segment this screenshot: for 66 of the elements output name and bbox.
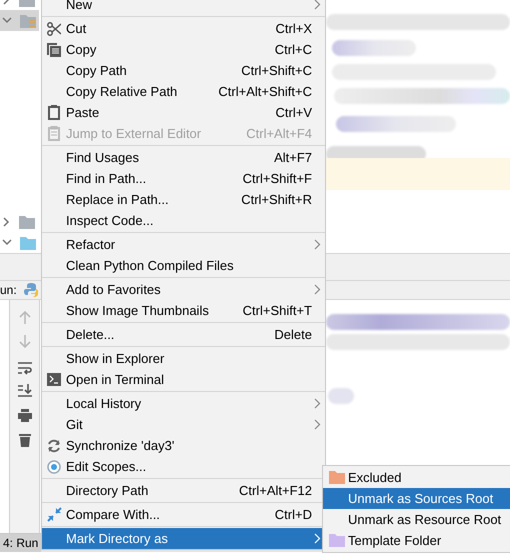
menu-item[interactable]: Inspect Code... [42,210,325,231]
wrap-icon[interactable] [18,362,32,375]
shortcut-label: Ctrl+Shift+F [242,171,312,186]
shortcut-label: Ctrl+Shift+R [241,192,312,207]
menu-item[interactable]: Delete... Delete [42,324,325,345]
chevron-right-icon[interactable] [2,216,11,226]
menu-item[interactable]: Cut Ctrl+X [42,18,325,39]
menu-item[interactable]: Show in Explorer [42,348,325,369]
tree-row[interactable] [0,10,39,31]
run-tab[interactable]: 4: Run [0,534,42,552]
run-panel-title: un: [0,283,17,297]
folder-icon [19,214,35,228]
arrow-up-icon[interactable] [18,310,30,324]
chevron-down-icon[interactable] [2,16,12,25]
menu-item[interactable]: Show Image Thumbnails Ctrl+Shift+T [42,300,325,321]
shortcut-label: Ctrl+Alt+F12 [239,483,312,498]
menu-item[interactable]: Paste Ctrl+V [42,102,325,123]
chevron-down-icon[interactable] [2,238,12,247]
folder-icon [20,236,36,250]
trash-icon[interactable] [18,433,30,447]
menu-item[interactable]: Refactor [42,234,325,255]
menu-item[interactable]: Mark Directory as [42,528,325,549]
menu-item[interactable]: Replace in Path... Ctrl+Shift+R [42,189,325,210]
shortcut-label: Delete [274,327,312,342]
menu-item[interactable]: Edit Scopes... [42,456,325,477]
menu-item[interactable]: Unmark as Sources Root [323,488,510,509]
shortcut-label: Ctrl+X [276,21,312,36]
shortcut-label: Ctrl+V [276,105,312,120]
arrow-down-icon[interactable] [18,335,30,349]
menu-item[interactable]: Directory Path Ctrl+Alt+F12 [42,480,325,501]
menu-item[interactable]: Copy Path Ctrl+Shift+C [42,60,325,81]
menu-item[interactable]: Template Folder [323,530,510,551]
blurred-text [328,388,354,404]
folder-icon [20,14,36,28]
menu-item[interactable]: Copy Relative Path Ctrl+Alt+Shift+C [42,81,325,102]
python-icon[interactable] [24,283,38,297]
menu-item[interactable]: Excluded [323,467,510,488]
compare-icon [46,507,62,522]
shortcut-label: Ctrl+D [274,507,312,522]
print-icon[interactable] [18,409,32,422]
menu-item[interactable]: Add to Favorites [42,279,325,300]
menu-item[interactable]: Copy Ctrl+C [42,39,325,60]
scissors-icon [47,22,61,36]
clipboard-icon [48,126,60,141]
menu-item[interactable]: Git [42,414,325,435]
menu-item[interactable]: Local History [42,393,325,414]
radio-icon [47,460,61,474]
shortcut-label: Ctrl+Alt+Shift+C [218,84,312,99]
shortcut-label: Ctrl+C [274,42,312,57]
clipboard-icon [48,105,60,120]
sync-icon [47,438,61,452]
shortcut-label: Ctrl+Alt+F4 [246,126,312,141]
scroll-to-end-icon[interactable] [18,384,32,397]
menu-item[interactable]: Clean Python Compiled Files [42,255,325,276]
menu-item[interactable]: Find Usages Alt+F7 [42,147,325,168]
menu-item[interactable]: Compare With... Ctrl+D [42,504,325,525]
shortcut-label: Ctrl+Shift+C [241,63,312,78]
menu-item[interactable]: New [42,0,325,15]
menu-item[interactable]: Unmark as Resource Root [323,509,510,530]
terminal-icon [47,373,61,386]
copy-icon [47,42,61,56]
shortcut-label: Ctrl+Shift+T [242,303,312,318]
menu-item[interactable]: Find in Path... Ctrl+Shift+F [42,168,325,189]
menu-item[interactable]: Open in Terminal [42,369,325,390]
shortcut-label: Alt+F7 [274,150,312,165]
menu-item[interactable]: Synchronize 'day3' [42,435,325,456]
